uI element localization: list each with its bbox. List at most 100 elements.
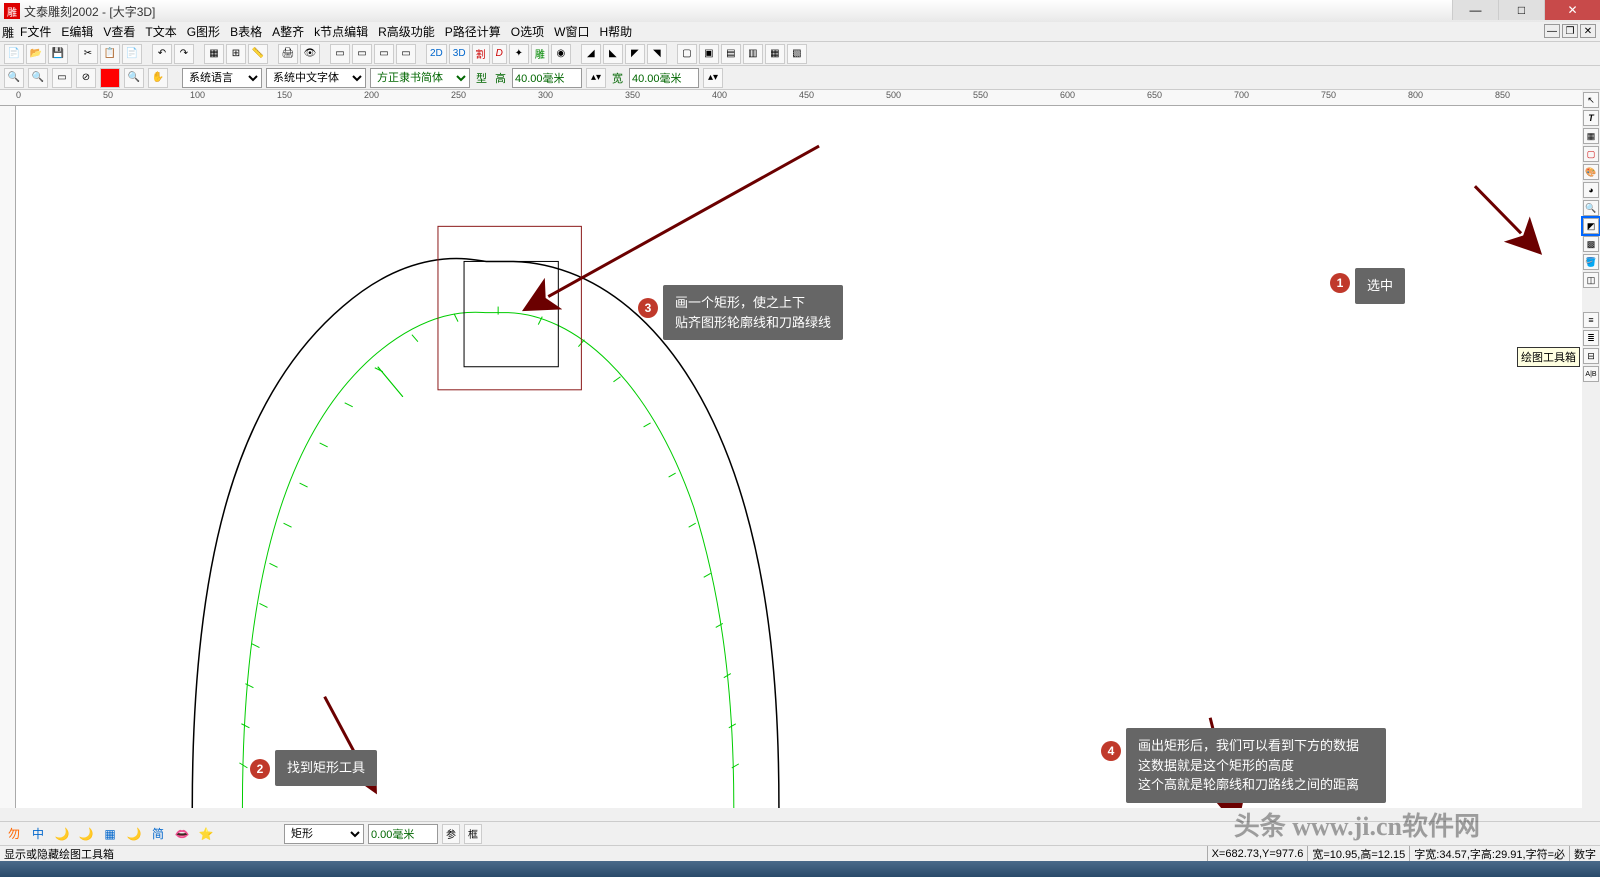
tool-open[interactable]: 📂 (26, 44, 46, 64)
menu-node[interactable]: k节点编辑 (314, 23, 368, 40)
minimize-button[interactable]: — (1452, 0, 1498, 20)
tool-3d[interactable]: 3D (449, 44, 470, 64)
badge-4: 4 (1101, 741, 1121, 761)
fontfamily-select[interactable]: 系统中文字体 (266, 68, 366, 88)
tool-mill[interactable]: ◉ (551, 44, 571, 64)
mdi-min-button[interactable]: — (1544, 24, 1560, 38)
tool-cut[interactable]: ✂ (78, 44, 98, 64)
tool-layer4[interactable]: ▭ (396, 44, 416, 64)
rtool-color[interactable]: ▩ (1583, 236, 1599, 252)
rtool-zoom[interactable]: 🔍 (1583, 200, 1599, 216)
tool-grid[interactable]: ▦ (204, 44, 224, 64)
zoom-tool[interactable]: 🔍 (124, 68, 144, 88)
frame-button[interactable]: 框 (464, 824, 482, 844)
rtool-align3[interactable]: ⊟ (1583, 348, 1599, 364)
rtool-fill[interactable]: ▦ (1583, 128, 1599, 144)
menu-options[interactable]: O选项 (511, 23, 544, 40)
width-input[interactable]: 40.00毫米 (629, 68, 699, 88)
rtool-ab[interactable]: A|B (1583, 366, 1599, 382)
rtool-bucket[interactable]: 🪣 (1583, 254, 1599, 270)
menu-view[interactable]: V查看 (103, 23, 135, 40)
pan-tool[interactable]: ✋ (148, 68, 168, 88)
tool-undo[interactable]: ↶ (152, 44, 172, 64)
rtool-cymk[interactable]: ◕ (1583, 182, 1599, 198)
tool-a3[interactable]: ◤ (625, 44, 645, 64)
zoom-fit-button[interactable]: ▭ (52, 68, 72, 88)
tool-cut2[interactable]: 割 (472, 44, 490, 64)
tool-copy[interactable]: 📋 (100, 44, 120, 64)
tool-new[interactable]: 📄 (4, 44, 24, 64)
shape-value[interactable]: 0.00毫米 (368, 824, 438, 844)
fontname-select[interactable]: 方正隶书简体 (370, 68, 470, 88)
btool-6[interactable]: 🌙 (124, 824, 144, 844)
fill-red[interactable] (100, 68, 120, 88)
tool-d[interactable]: D (492, 44, 507, 64)
watermark: 头条 www.ji.cn软件网 (1234, 806, 1480, 843)
tool-layer3[interactable]: ▭ (374, 44, 394, 64)
menu-graphics[interactable]: G图形 (187, 23, 220, 40)
zoom-in-button[interactable]: 🔍 (4, 68, 24, 88)
close-button[interactable]: ✕ (1544, 0, 1600, 20)
tool-snap[interactable]: ⊞ (226, 44, 246, 64)
mdi-restore-button[interactable]: ❐ (1562, 24, 1578, 38)
menu-window[interactable]: W窗口 (554, 23, 589, 40)
btool-1[interactable]: 勿 (4, 824, 24, 844)
rtool-outline[interactable]: ▢ (1583, 146, 1599, 162)
tool-preview[interactable]: 👁 (300, 44, 320, 64)
btool-7[interactable]: 简 (148, 824, 168, 844)
lang-select[interactable]: 系统语言 (182, 68, 262, 88)
btool-2[interactable]: 中 (28, 824, 48, 844)
tool-b4[interactable]: ▥ (743, 44, 763, 64)
rtool-align1[interactable]: ≡ (1583, 312, 1599, 328)
btool-5[interactable]: ▦ (100, 824, 120, 844)
param-button[interactable]: 参 (442, 824, 460, 844)
tool-2d[interactable]: 2D (426, 44, 447, 64)
menu-text[interactable]: T文本 (145, 23, 176, 40)
tool-b6[interactable]: ▧ (787, 44, 807, 64)
btool-3[interactable]: 🌙 (52, 824, 72, 844)
tool-layer1[interactable]: ▭ (330, 44, 350, 64)
height-stepper[interactable]: ▴▾ (586, 68, 606, 88)
status-size: 宽=10.95,高=12.15 (1307, 846, 1409, 861)
tool-b1[interactable]: ▢ (677, 44, 697, 64)
tool-b5[interactable]: ▦ (765, 44, 785, 64)
menu-file[interactable]: F文件 (20, 23, 51, 40)
zoom-out-button[interactable]: 🔍 (28, 68, 48, 88)
tool-a4[interactable]: ◥ (647, 44, 667, 64)
tool-b3[interactable]: ▤ (721, 44, 741, 64)
menu-help[interactable]: H帮助 (599, 23, 632, 40)
maximize-button[interactable]: □ (1498, 0, 1544, 20)
tool-print[interactable]: 🖨 (278, 44, 298, 64)
btool-4[interactable]: 🌙 (76, 824, 96, 844)
rtool-eraser[interactable]: ◫ (1583, 272, 1599, 288)
tool-layer2[interactable]: ▭ (352, 44, 372, 64)
tool-redo[interactable]: ↷ (174, 44, 194, 64)
tool-a1[interactable]: ◢ (581, 44, 601, 64)
mdi-close-button[interactable]: ✕ (1580, 24, 1596, 38)
tool-paste[interactable]: 📄 (122, 44, 142, 64)
btool-8[interactable]: 👄 (172, 824, 192, 844)
menu-table[interactable]: B表格 (230, 23, 262, 40)
height-input[interactable]: 40.00毫米 (512, 68, 582, 88)
arrow-3 (548, 146, 819, 296)
menu-edit[interactable]: E编辑 (61, 23, 93, 40)
tool-carve-icon[interactable]: ✦ (509, 44, 529, 64)
btool-9[interactable]: ⭐ (196, 824, 216, 844)
canvas[interactable] (16, 106, 1582, 808)
fill-none[interactable]: ⊘ (76, 68, 96, 88)
rtool-text[interactable]: T (1583, 110, 1599, 126)
menu-path[interactable]: P路径计算 (445, 23, 501, 40)
rtool-shapes[interactable]: ◩ (1583, 218, 1599, 234)
rtool-align2[interactable]: ≣ (1583, 330, 1599, 346)
tool-b2[interactable]: ▣ (699, 44, 719, 64)
shape-select[interactable]: 矩形 (284, 824, 364, 844)
menu-align[interactable]: A整齐 (272, 23, 304, 40)
rtool-pointer[interactable]: ↖ (1583, 92, 1599, 108)
menu-advanced[interactable]: R高级功能 (378, 23, 435, 40)
rtool-palette[interactable]: 🎨 (1583, 164, 1599, 180)
tool-ruler[interactable]: 📏 (248, 44, 268, 64)
tool-save[interactable]: 💾 (48, 44, 68, 64)
width-stepper[interactable]: ▴▾ (703, 68, 723, 88)
tool-carve[interactable]: 雕 (531, 44, 549, 64)
tool-a2[interactable]: ◣ (603, 44, 623, 64)
